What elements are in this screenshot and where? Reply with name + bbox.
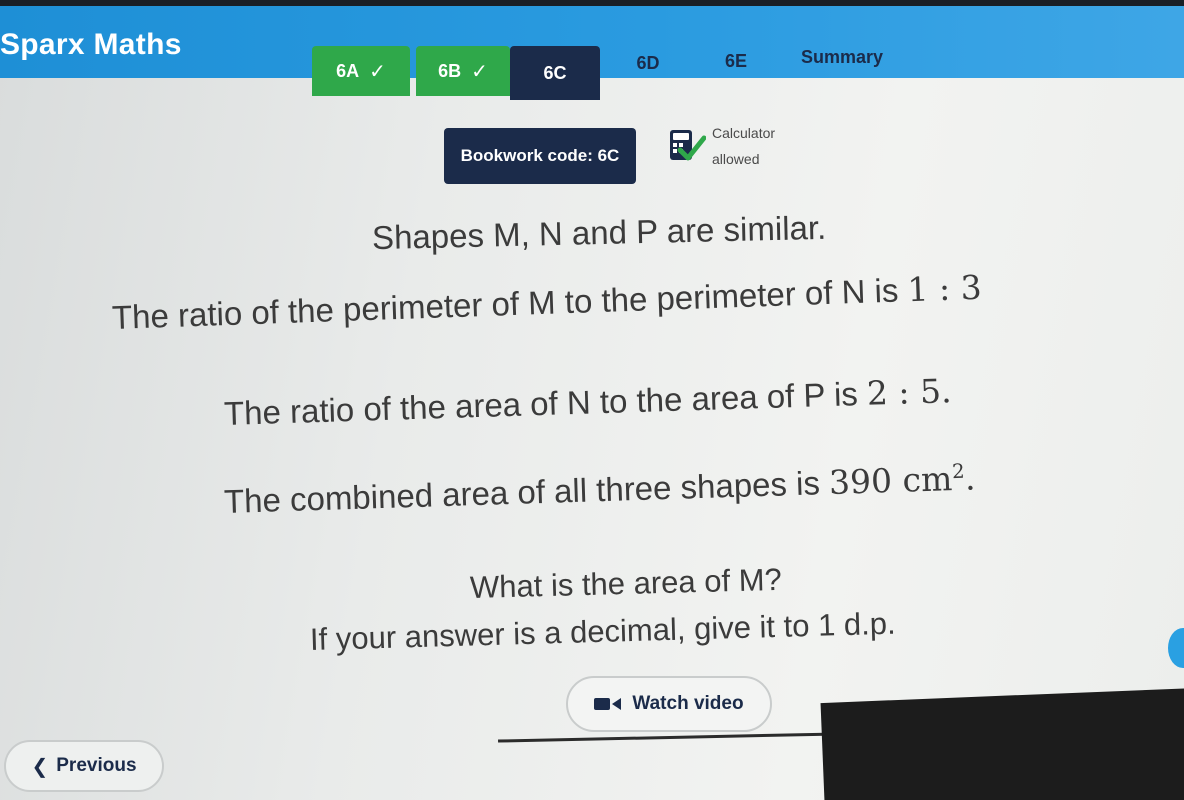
video-camera-icon — [594, 698, 622, 710]
bookwork-code-label: Bookwork code: 6C — [460, 146, 620, 165]
tab-label: Summary — [800, 46, 884, 67]
question-line-1: Shapes M, N and P are similar. — [372, 209, 827, 257]
question-text: The ratio of the area of N to the area o… — [223, 375, 859, 432]
check-icon: ✓ — [369, 60, 386, 83]
tab-6c[interactable]: 6C — [510, 46, 600, 100]
question-line-3: The ratio of the area of N to the area o… — [223, 371, 952, 433]
calculator-line2: allowed — [712, 151, 760, 167]
bookwork-code-badge: Bookwork code: 6C — [444, 128, 636, 184]
area-unit: cm — [901, 459, 953, 500]
question-line-6: If your answer is a decimal, give it to … — [309, 606, 896, 658]
area-exponent: 2 — [951, 459, 966, 484]
screen-bezel — [820, 655, 1184, 800]
tab-6a[interactable]: 6A ✓ — [312, 46, 410, 96]
question-line-4: The combined area of all three shapes is… — [223, 458, 976, 521]
tab-6e[interactable]: 6E — [696, 36, 776, 86]
app-title: Sparx Maths — [0, 28, 182, 61]
watch-video-button[interactable]: Watch video — [566, 676, 772, 732]
screen: Sparx Maths 6A ✓ 6B ✓ 6C 6D 6E Summary B… — [0, 0, 1184, 800]
question-text: The ratio of the perimeter of M to the p… — [111, 271, 899, 336]
chevron-left-icon: ❮ — [31, 755, 49, 778]
tab-6d[interactable]: 6D — [608, 38, 688, 88]
tab-label: 6D — [636, 52, 660, 73]
question-text: The combined area of all three shapes is — [223, 464, 821, 520]
question-line-2: The ratio of the perimeter of M to the p… — [111, 268, 982, 337]
tab-label: 6B — [438, 60, 462, 81]
question-text: What is the area of M? — [469, 561, 783, 605]
side-indicator — [1168, 628, 1184, 668]
combined-area-value: 390 cm2. — [828, 458, 976, 502]
question-text: Shapes M, N and P are similar. — [371, 208, 827, 257]
question-line-5: What is the area of M? — [470, 562, 783, 606]
tab-label: 6C — [543, 62, 567, 83]
watch-video-label: Watch video — [632, 693, 744, 714]
previous-label: Previous — [56, 755, 137, 776]
calculator-status: Calculator allowed — [712, 120, 775, 172]
tab-6b[interactable]: 6B ✓ — [416, 46, 510, 96]
previous-button[interactable]: ❮ Previous — [4, 740, 164, 792]
perimeter-ratio: 1 : 3 — [906, 267, 983, 310]
area-number: 390 — [828, 461, 893, 502]
tab-label: 6A — [336, 60, 360, 81]
area-period: . — [964, 458, 976, 498]
tab-summary[interactable]: Summary — [780, 32, 904, 82]
check-icon: ✓ — [471, 60, 488, 83]
screen-top-edge — [0, 0, 1184, 6]
calculator-line1: Calculator — [712, 125, 776, 141]
area-ratio: 2 : 5. — [866, 371, 953, 413]
tab-label: 6E — [724, 50, 748, 71]
calculator-check-icon — [670, 130, 706, 161]
divider — [498, 732, 838, 743]
question-text: If your answer is a decimal, give it to … — [309, 605, 897, 657]
